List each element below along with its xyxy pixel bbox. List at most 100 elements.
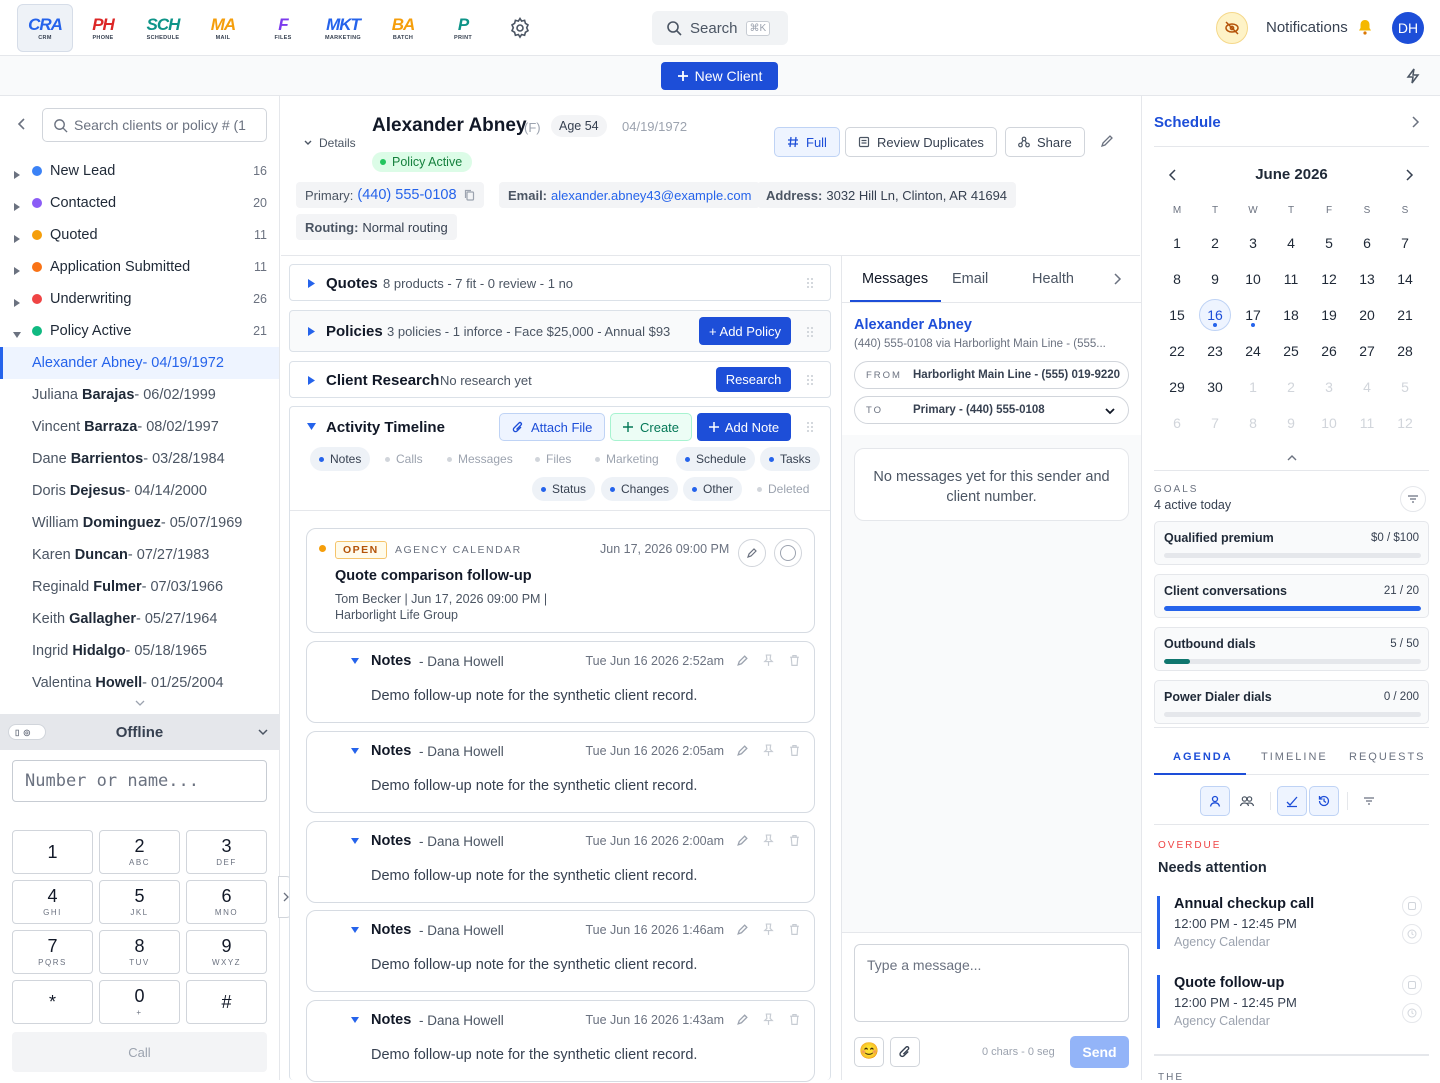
dial-key-3[interactable]: 3 DEF xyxy=(186,830,267,874)
gear-icon[interactable] xyxy=(508,16,532,40)
complete-item-button[interactable] xyxy=(1402,896,1422,916)
tab-email[interactable]: Email xyxy=(952,271,988,287)
filter-chip-deleted[interactable]: Deleted xyxy=(748,477,818,501)
calendar-day[interactable]: 6 xyxy=(1158,405,1196,441)
client-list-item[interactable]: Keith Gallagher - 05/27/1964 xyxy=(0,603,279,635)
dial-key-6[interactable]: 6 MNO xyxy=(186,880,267,924)
my-items-button[interactable] xyxy=(1200,786,1230,816)
app-marketing-button[interactable]: MKT MARKETING xyxy=(315,4,371,52)
trash-icon[interactable] xyxy=(788,1013,801,1026)
chevron-right-icon[interactable] xyxy=(1112,272,1122,286)
client-list-item[interactable]: Reginald Fulmer - 07/03/1966 xyxy=(0,571,279,603)
calendar-day[interactable]: 28 xyxy=(1386,333,1424,369)
add-policy-button[interactable]: + Add Policy xyxy=(699,317,791,345)
caret-down-icon[interactable] xyxy=(307,422,316,430)
snooze-item-button[interactable] xyxy=(1402,1003,1422,1023)
history-toggle-button[interactable] xyxy=(1309,786,1339,816)
pin-icon[interactable] xyxy=(762,923,775,936)
filter-chip-tasks[interactable]: Tasks xyxy=(760,447,820,471)
filter-chip-files[interactable]: Files xyxy=(526,447,580,471)
dial-key-1[interactable]: 1 xyxy=(12,830,93,874)
message-textarea[interactable]: Type a message... xyxy=(854,944,1129,1022)
caret-down-icon[interactable] xyxy=(351,922,359,933)
app-mail-button[interactable]: MA MAIL xyxy=(195,4,251,52)
filter-chip-marketing[interactable]: Marketing xyxy=(586,447,668,471)
quotes-card[interactable]: Quotes 8 products - 7 fit - 0 review - 1… xyxy=(289,264,831,301)
pin-icon[interactable] xyxy=(762,834,775,847)
note-card[interactable]: Notes - Dana Howell Tue Jun 16 2026 2:00am… xyxy=(306,821,815,903)
status-group-contacted[interactable]: Contacted 20 xyxy=(0,187,280,219)
note-card[interactable]: Notes - Dana Howell Tue Jun 16 2026 1:43am… xyxy=(306,1000,815,1082)
edit-icon[interactable] xyxy=(736,1013,749,1026)
calendar-day[interactable]: 14 xyxy=(1386,261,1424,297)
caret-down-icon[interactable] xyxy=(351,743,359,754)
drag-handle-icon[interactable] xyxy=(806,374,814,386)
chevron-left-icon[interactable] xyxy=(14,116,30,132)
calendar-day[interactable]: 10 xyxy=(1310,405,1348,441)
tab-messages[interactable]: Messages xyxy=(862,271,928,287)
calendar-day[interactable]: 8 xyxy=(1234,405,1272,441)
drag-handle-icon[interactable] xyxy=(806,326,814,338)
trash-icon[interactable] xyxy=(788,834,801,847)
add-note-button[interactable]: Add Note xyxy=(697,413,791,441)
client-list-item[interactable]: Juliana Barajas - 06/02/1999 xyxy=(0,379,279,411)
calendar-day[interactable]: 5 xyxy=(1310,225,1348,261)
status-group-application-submitted[interactable]: Application Submitted 11 xyxy=(0,251,280,283)
tab-requests[interactable]: REQUESTS xyxy=(1349,751,1426,763)
pin-icon[interactable] xyxy=(762,744,775,757)
notifications-link[interactable]: Notifications xyxy=(1266,19,1348,36)
calendar-day[interactable]: 1 xyxy=(1158,225,1196,261)
avatar[interactable]: DH xyxy=(1392,12,1424,44)
status-group-underwriting[interactable]: Underwriting 26 xyxy=(0,283,280,315)
edit-icon[interactable] xyxy=(736,834,749,847)
agenda-item[interactable]: Quote follow-up 12:00 PM - 12:45 PM Agency… xyxy=(1157,975,1297,1028)
chevron-right-icon[interactable] xyxy=(1410,115,1420,129)
calendar-day[interactable]: 17 xyxy=(1234,297,1272,333)
dialer-header[interactable]: ▯ ◎ Offline xyxy=(0,714,279,750)
full-view-button[interactable]: Full xyxy=(774,127,840,157)
calendar-day[interactable]: 7 xyxy=(1386,225,1424,261)
calendar-day[interactable]: 12 xyxy=(1386,405,1424,441)
client-research-card[interactable]: Client Research No research yet Research xyxy=(289,361,831,398)
app-files-button[interactable]: F FILES xyxy=(255,4,311,52)
calendar-day[interactable]: 8 xyxy=(1158,261,1196,297)
calendar-day[interactable]: 10 xyxy=(1234,261,1272,297)
to-select[interactable]: TO Primary - (440) 555-0108 xyxy=(854,396,1129,424)
calendar-day[interactable]: 9 xyxy=(1196,261,1234,297)
edit-icon[interactable] xyxy=(1099,133,1115,149)
app-schedule-button[interactable]: SCH SCHEDULE xyxy=(135,4,191,52)
goals-filter-button[interactable] xyxy=(1400,486,1426,512)
edit-icon[interactable] xyxy=(736,923,749,936)
snooze-item-button[interactable] xyxy=(1402,924,1422,944)
dial-key-8[interactable]: 8 TUV xyxy=(99,930,180,974)
caret-down-icon[interactable] xyxy=(351,1012,359,1023)
edit-event-button[interactable] xyxy=(738,539,766,567)
calendar-day[interactable]: 23 xyxy=(1196,333,1234,369)
chevron-down-icon[interactable] xyxy=(134,698,146,708)
calendar-day[interactable]: 12 xyxy=(1310,261,1348,297)
calendar-day[interactable]: 27 xyxy=(1348,333,1386,369)
dial-key-9[interactable]: 9 WXYZ xyxy=(186,930,267,974)
client-list-item[interactable]: William Dominguez - 05/07/1969 xyxy=(0,507,279,539)
drag-handle-icon[interactable] xyxy=(806,421,814,433)
calendar-day[interactable]: 3 xyxy=(1234,225,1272,261)
calendar-day[interactable]: 2 xyxy=(1196,225,1234,261)
caret-down-icon[interactable] xyxy=(351,653,359,664)
create-button[interactable]: Create xyxy=(610,413,693,441)
tab-timeline[interactable]: TIMELINE xyxy=(1261,751,1328,763)
calendar-day[interactable]: 11 xyxy=(1272,261,1310,297)
client-list-item[interactable]: Dane Barrientos - 03/28/1984 xyxy=(0,443,279,475)
privacy-toggle-button[interactable] xyxy=(1216,12,1248,44)
calendar-day[interactable]: 4 xyxy=(1272,225,1310,261)
global-search-button[interactable]: Search ⌘K xyxy=(652,11,788,45)
drag-handle-icon[interactable] xyxy=(806,277,814,289)
note-card[interactable]: Notes - Dana Howell Tue Jun 16 2026 2:52am… xyxy=(306,641,815,723)
agenda-item[interactable]: Annual checkup call 12:00 PM - 12:45 PM Ag… xyxy=(1157,896,1314,949)
trash-icon[interactable] xyxy=(788,744,801,757)
filter-chip-calls[interactable]: Calls xyxy=(376,447,432,471)
review-duplicates-button[interactable]: Review Duplicates xyxy=(845,127,997,157)
trash-icon[interactable] xyxy=(788,654,801,667)
client-list-item[interactable]: Vincent Barraza - 08/02/1997 xyxy=(0,411,279,443)
client-list-item[interactable]: Doris Dejesus - 04/14/2000 xyxy=(0,475,279,507)
calendar-day[interactable]: 16 xyxy=(1196,297,1234,333)
